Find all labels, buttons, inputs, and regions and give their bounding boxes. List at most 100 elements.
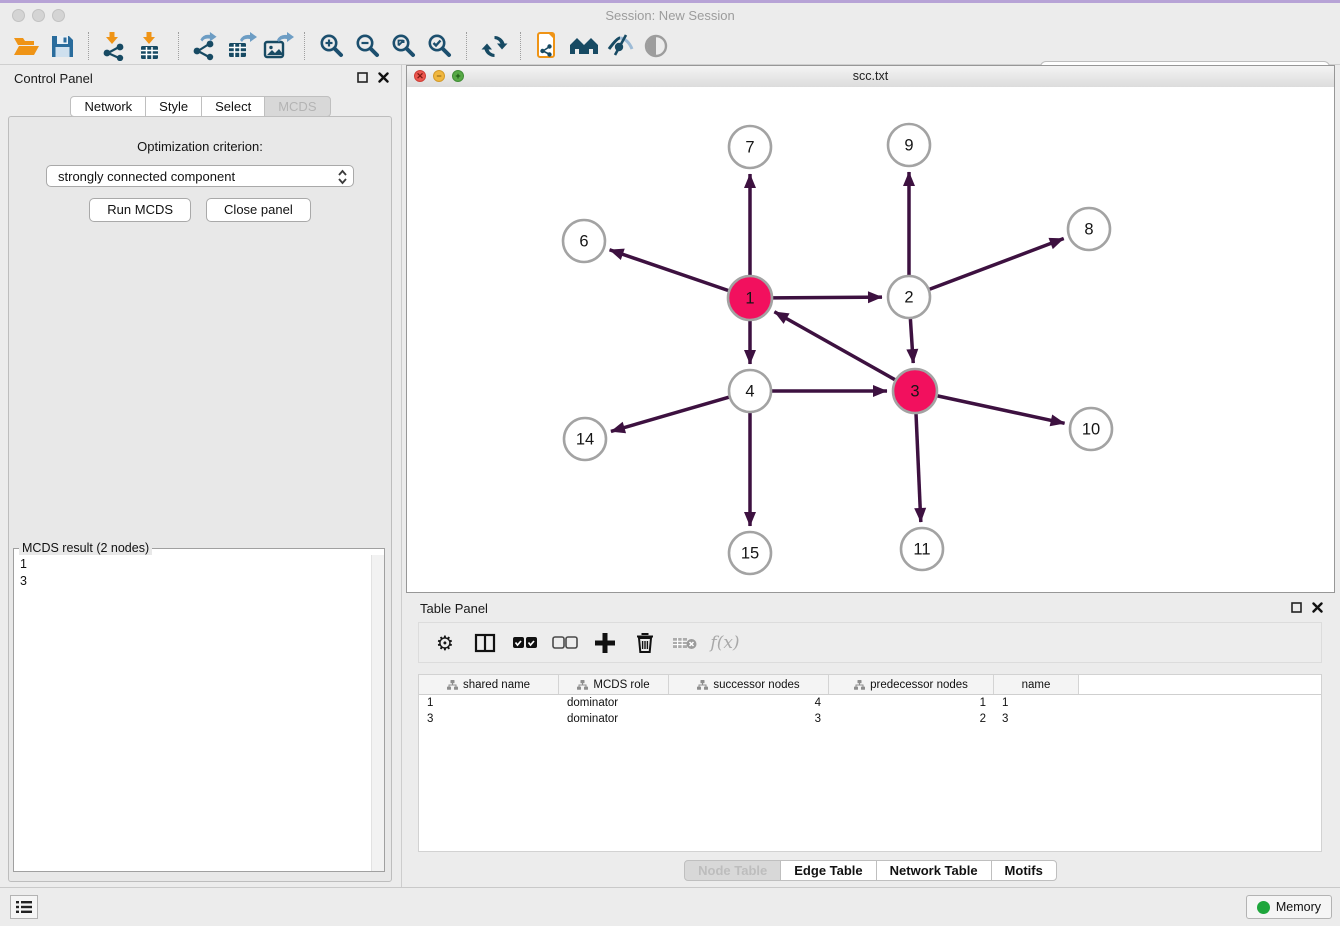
export-table-button[interactable] bbox=[224, 30, 260, 62]
table-cell[interactable]: 3 bbox=[669, 711, 829, 727]
export-network-icon bbox=[191, 31, 221, 61]
hierarchy-icon bbox=[697, 680, 708, 690]
memory-button[interactable]: Memory bbox=[1246, 895, 1332, 919]
table-cell[interactable]: 2 bbox=[829, 711, 994, 727]
import-network-button[interactable] bbox=[98, 30, 134, 62]
table-cell[interactable]: dominator bbox=[559, 711, 669, 727]
float-panel-icon[interactable] bbox=[357, 72, 368, 83]
column-header-name[interactable]: name bbox=[994, 675, 1079, 694]
split-pane-button[interactable] bbox=[467, 626, 503, 660]
table-cell[interactable]: 3 bbox=[419, 711, 559, 727]
memory-status-icon bbox=[1257, 901, 1270, 914]
main-toolbar bbox=[0, 28, 1340, 65]
graph-edge-3-1[interactable] bbox=[774, 312, 895, 380]
copy-network-button[interactable] bbox=[530, 30, 566, 62]
tab-motifs[interactable]: Motifs bbox=[991, 860, 1057, 881]
tab-select[interactable]: Select bbox=[201, 96, 265, 117]
table-cell[interactable]: 1 bbox=[994, 695, 1079, 711]
graph-node-label: 1 bbox=[745, 290, 754, 308]
float-panel-icon[interactable] bbox=[1291, 602, 1302, 613]
column-header-successor-nodes[interactable]: successor nodes bbox=[669, 675, 829, 694]
optimization-dropdown[interactable]: strongly connected component bbox=[46, 165, 354, 187]
table-cell[interactable]: dominator bbox=[559, 695, 669, 711]
table-cell[interactable]: 4 bbox=[669, 695, 829, 711]
control-panel-title: Control Panel bbox=[14, 71, 93, 86]
home-button[interactable] bbox=[566, 30, 602, 62]
zoom-selected-icon bbox=[426, 32, 454, 60]
function-builder-button[interactable]: f(x) bbox=[707, 626, 743, 660]
tab-style[interactable]: Style bbox=[145, 96, 202, 117]
control-panel-header: Control Panel bbox=[0, 65, 401, 93]
export-table-icon bbox=[226, 31, 258, 61]
refresh-layout-icon bbox=[481, 33, 508, 60]
network-view-window: ✕ − + scc.txt 1234678910111415 bbox=[406, 65, 1335, 593]
save-session-button[interactable] bbox=[44, 30, 80, 62]
delete-table-button[interactable] bbox=[667, 626, 703, 660]
tab-network[interactable]: Network bbox=[70, 96, 146, 117]
tab-node-table[interactable]: Node Table bbox=[684, 860, 781, 881]
mcds-result-legend: MCDS result (2 nodes) bbox=[19, 541, 152, 555]
graph-edge-2-8[interactable] bbox=[930, 239, 1064, 290]
zoom-fit-button[interactable] bbox=[386, 30, 422, 62]
deselect-all-icon bbox=[552, 636, 578, 649]
table-row: 3dominator323 bbox=[419, 711, 1321, 727]
show-graphics-button[interactable] bbox=[602, 30, 638, 62]
close-panel-button[interactable]: Close panel bbox=[206, 198, 311, 222]
toolbar-separator bbox=[304, 32, 306, 60]
delete-column-icon bbox=[635, 631, 655, 654]
copy-network-icon bbox=[534, 31, 562, 61]
table-cell[interactable]: 3 bbox=[994, 711, 1079, 727]
table-settings-button[interactable]: ⚙ bbox=[427, 626, 463, 660]
tab-network-table[interactable]: Network Table bbox=[876, 860, 992, 881]
network-graph: 1234678910111415 bbox=[407, 87, 1334, 592]
table-cell[interactable]: 1 bbox=[829, 695, 994, 711]
result-scrollbar[interactable] bbox=[371, 555, 384, 871]
hierarchy-icon bbox=[854, 680, 865, 690]
eye-button[interactable] bbox=[638, 30, 674, 62]
graph-node-label: 9 bbox=[904, 137, 913, 155]
column-header-shared-name[interactable]: shared name bbox=[419, 675, 559, 694]
show-graphics-icon bbox=[605, 33, 635, 59]
select-all-columns-button[interactable] bbox=[507, 626, 543, 660]
close-panel-icon[interactable] bbox=[378, 72, 389, 83]
select-all-icon bbox=[512, 636, 538, 649]
hierarchy-icon bbox=[447, 680, 458, 690]
graph-node-label: 6 bbox=[579, 233, 588, 251]
tab-edge-table[interactable]: Edge Table bbox=[780, 860, 876, 881]
tab-mcds[interactable]: MCDS bbox=[264, 96, 330, 117]
stepper-icon bbox=[337, 168, 348, 186]
task-history-button[interactable] bbox=[10, 895, 38, 919]
column-header-predecessor-nodes[interactable]: predecessor nodes bbox=[829, 675, 994, 694]
graph-edge-3-10[interactable] bbox=[937, 396, 1064, 423]
graph-edge-1-2[interactable] bbox=[773, 297, 882, 298]
network-window-titlebar: ✕ − + scc.txt bbox=[407, 66, 1334, 88]
function-builder-icon: f(x) bbox=[710, 633, 739, 653]
column-header-mcds-role[interactable]: MCDS role bbox=[559, 675, 669, 694]
graph-edge-4-14[interactable] bbox=[611, 397, 729, 431]
graph-edge-1-6[interactable] bbox=[610, 250, 729, 291]
apply-layout-button[interactable] bbox=[476, 30, 512, 62]
control-panel: Control Panel NetworkStyleSelectMCDS Opt… bbox=[0, 65, 402, 888]
export-image-button[interactable] bbox=[260, 30, 296, 62]
zoom-out-button[interactable] bbox=[350, 30, 386, 62]
zoom-selected-button[interactable] bbox=[422, 30, 458, 62]
table-panel-title: Table Panel bbox=[420, 601, 488, 616]
graph-edge-2-3[interactable] bbox=[910, 319, 913, 363]
zoom-fit-icon bbox=[390, 32, 418, 60]
export-network-button[interactable] bbox=[188, 30, 224, 62]
deselect-all-columns-button[interactable] bbox=[547, 626, 583, 660]
close-panel-icon[interactable] bbox=[1312, 602, 1323, 613]
delete-column-button[interactable] bbox=[627, 626, 663, 660]
node-table-body: 1dominator4113dominator323 bbox=[419, 695, 1321, 727]
run-mcds-button[interactable]: Run MCDS bbox=[89, 198, 191, 222]
mcds-result-text[interactable]: 13 bbox=[14, 555, 372, 871]
network-canvas[interactable]: 1234678910111415 bbox=[407, 87, 1334, 592]
table-cell[interactable]: 1 bbox=[419, 695, 559, 711]
zoom-in-button[interactable] bbox=[314, 30, 350, 62]
create-column-button[interactable] bbox=[587, 626, 623, 660]
node-table-header: shared nameMCDS rolesuccessor nodesprede… bbox=[419, 675, 1321, 695]
open-session-button[interactable] bbox=[8, 30, 44, 62]
graph-edge-3-11[interactable] bbox=[916, 414, 921, 522]
graph-node-label: 10 bbox=[1082, 421, 1100, 439]
import-table-button[interactable] bbox=[134, 30, 170, 62]
